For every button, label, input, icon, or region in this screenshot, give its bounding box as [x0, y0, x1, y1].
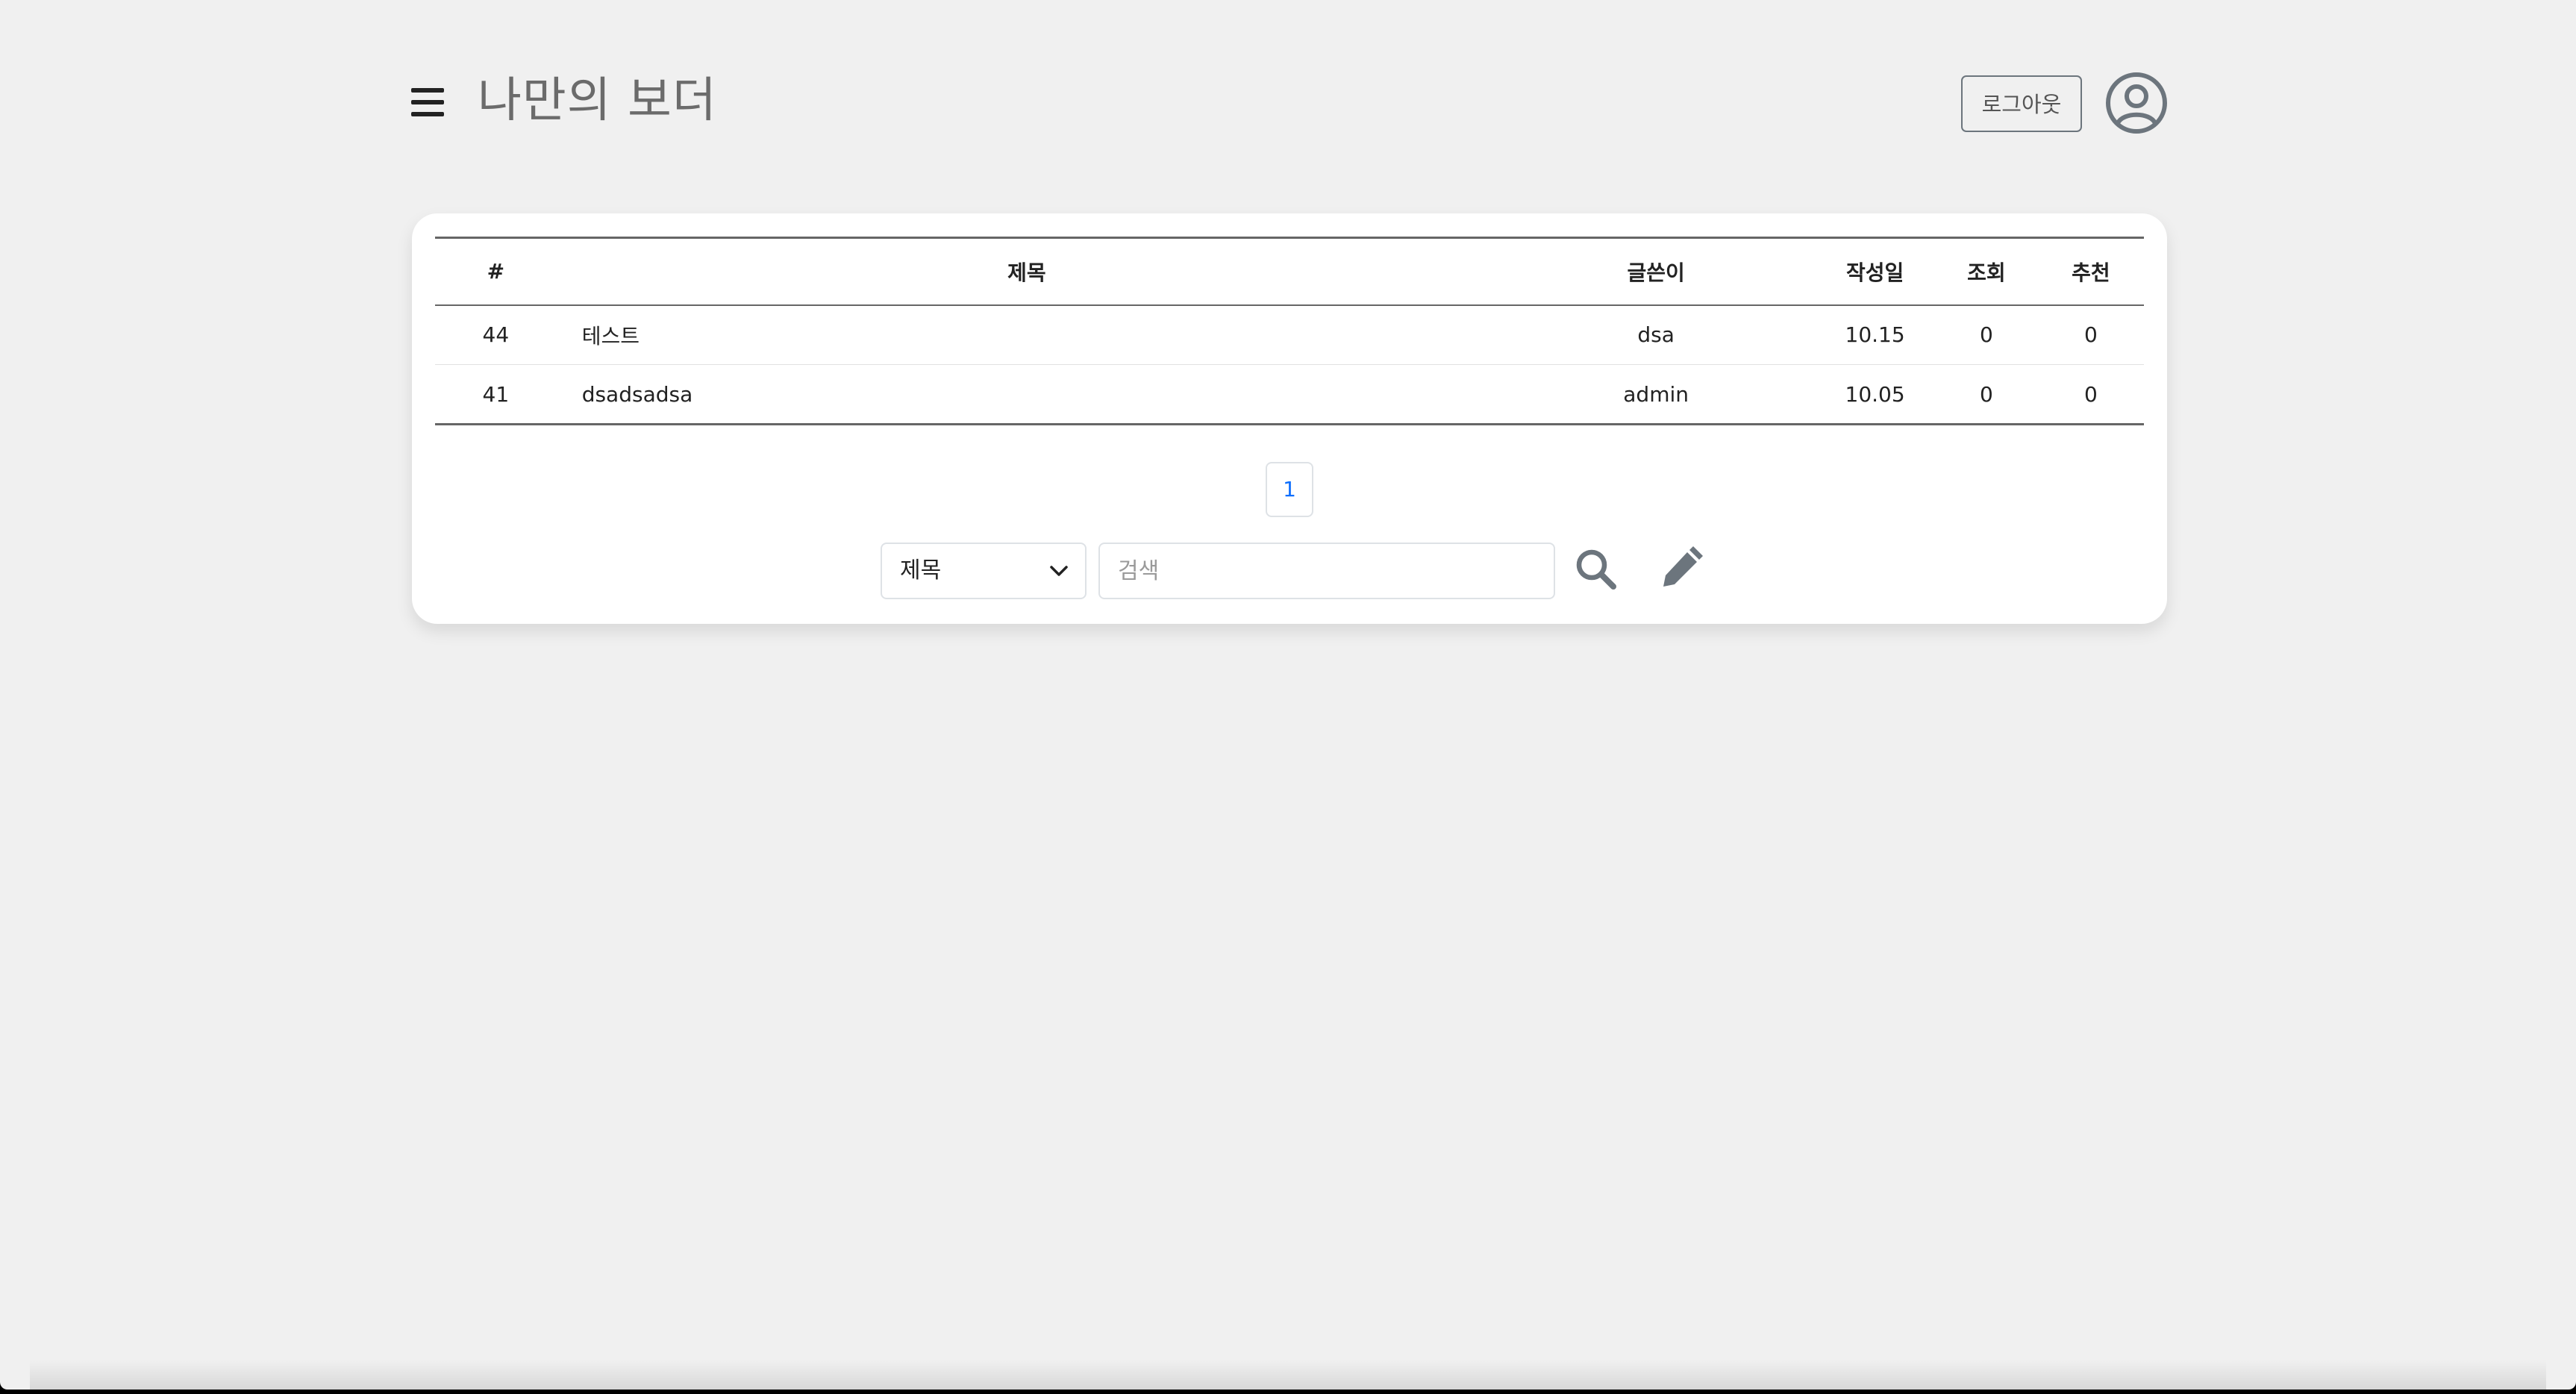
column-header-title: 제목	[1007, 260, 1046, 285]
column-header-views: 조회	[1967, 260, 2006, 285]
page-background: 나만의 보더 로그아웃 # 제목 글쓴이 작성일 조회 추천 44 테스트 ds…	[0, 0, 2576, 1390]
post-views: 0	[1979, 322, 1993, 348]
post-table: # 제목 글쓴이 작성일 조회 추천 44 테스트 dsa 10.15 0 0	[435, 237, 2144, 425]
pencil-icon[interactable]	[1658, 542, 1707, 591]
page-title: 나만의 보더	[478, 73, 717, 128]
post-number: 41	[482, 381, 510, 407]
search-field-value: 제목	[900, 557, 942, 584]
column-header-number: #	[487, 259, 505, 284]
board-card: # 제목 글쓴이 작성일 조회 추천 44 테스트 dsa 10.15 0 0	[412, 213, 2167, 624]
post-date: 10.15	[1845, 322, 1905, 348]
post-date: 10.05	[1845, 381, 1905, 407]
table-row[interactable]: 44 테스트 dsa 10.15 0 0	[435, 305, 2144, 365]
search-field-select[interactable]: 제목	[881, 543, 1087, 599]
column-header-writer: 글쓴이	[1627, 260, 1685, 285]
search-icon[interactable]	[1572, 545, 1621, 594]
logout-button[interactable]: 로그아웃	[1961, 75, 2082, 132]
table-header-row: # 제목 글쓴이 작성일 조회 추천	[435, 237, 2144, 305]
table-row[interactable]: 41 dsadsadsa admin 10.05 0 0	[435, 365, 2144, 425]
post-writer: dsa	[1637, 322, 1675, 348]
post-views: 0	[1979, 381, 1993, 407]
pagination-page-1[interactable]: 1	[1266, 462, 1313, 517]
user-circle-icon[interactable]	[2105, 72, 2168, 134]
post-likes: 0	[2084, 322, 2098, 348]
column-header-date: 작성일	[1845, 260, 1904, 285]
column-header-likes: 추천	[2072, 260, 2110, 285]
hamburger-menu-icon[interactable]	[411, 88, 444, 116]
post-title-link[interactable]: 테스트	[557, 305, 1497, 365]
chevron-down-icon	[1050, 566, 1068, 576]
post-writer: admin	[1623, 381, 1689, 407]
post-title-link[interactable]: dsadsadsa	[557, 365, 1497, 425]
search-input[interactable]	[1098, 543, 1555, 599]
post-likes: 0	[2084, 381, 2098, 407]
post-number: 44	[482, 322, 510, 348]
